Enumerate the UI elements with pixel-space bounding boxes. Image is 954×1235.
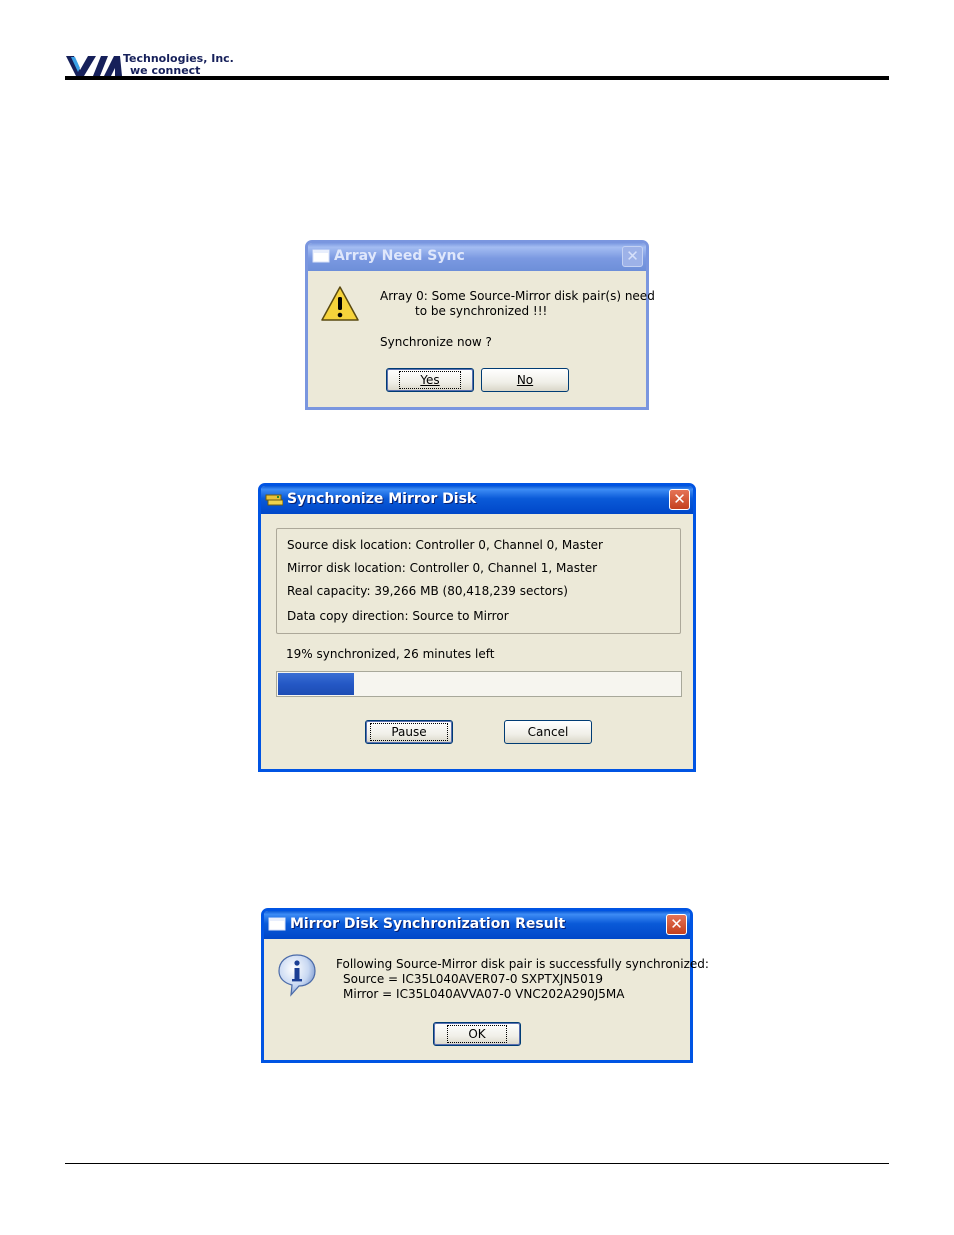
header-rule — [65, 76, 889, 80]
source-location: Source disk location: Controller 0, Chan… — [287, 538, 603, 552]
question-text: Synchronize now ? — [380, 335, 492, 349]
window-icon — [268, 917, 286, 931]
sync-status-text: 19% synchronized, 26 minutes left — [286, 647, 495, 661]
sync-result-dialog: Mirror Disk Synchronization Result ✕ Fol… — [261, 908, 709, 1063]
ok-label: OK — [468, 1027, 486, 1041]
title-bar[interactable]: Mirror Disk Synchronization Result ✕ — [264, 911, 690, 939]
cancel-label: Cancel — [527, 725, 569, 739]
mirror-location: Mirror disk location: Controller 0, Chan… — [287, 561, 598, 575]
title-bar[interactable]: Array Need Sync ✕ — [308, 243, 646, 271]
real-capacity: Real capacity: 39,266 MB (80,418,239 sec… — [287, 584, 568, 598]
pause-label: Pause — [391, 725, 427, 739]
via-logo-icon — [66, 56, 122, 76]
cancel-button[interactable]: Cancel — [504, 720, 592, 744]
message-line-1: Array 0: Some Source-Mirror disk pair(s)… — [380, 289, 655, 303]
window-icon — [312, 249, 330, 263]
pause-button[interactable]: Pause — [365, 720, 453, 744]
yes-label: Yes — [420, 373, 440, 387]
message-line-2: to be synchronized !!! — [415, 304, 548, 318]
dialog-title: Synchronize Mirror Disk — [287, 491, 477, 507]
yes-button[interactable]: Yes — [386, 368, 474, 392]
ok-button[interactable]: OK — [433, 1022, 521, 1046]
result-mirror: Mirror = IC35L040AVVA07-0 VNC202A290J5MA — [343, 987, 625, 1001]
array-need-sync-dialog: Array Need Sync ✕ Array 0: Some Source-M… — [305, 240, 655, 410]
title-bar[interactable]: Synchronize Mirror Disk ✕ — [261, 486, 693, 514]
info-icon — [278, 954, 316, 997]
disk-icon — [265, 494, 283, 506]
result-source: Source = IC35L040AVER07-0 SXPTXJN5019 — [343, 972, 603, 986]
warning-icon — [321, 286, 359, 321]
copy-direction: Data copy direction: Source to Mirror — [287, 609, 509, 623]
close-button[interactable]: ✕ — [622, 246, 643, 267]
no-label: No — [516, 373, 534, 387]
synchronize-mirror-disk-dialog: Synchronize Mirror Disk ✕ Source disk lo… — [258, 483, 696, 772]
no-button[interactable]: No — [481, 368, 569, 392]
progress-fill — [278, 673, 354, 695]
result-message-line-1: Following Source-Mirror disk pair is suc… — [336, 957, 709, 971]
close-button[interactable]: ✕ — [669, 489, 690, 510]
sync-progress-bar — [276, 671, 682, 697]
dialog-title: Array Need Sync — [334, 248, 465, 264]
disk-details-group: Source disk location: Controller 0, Chan… — [276, 528, 681, 634]
close-button[interactable]: ✕ — [666, 914, 687, 935]
footer-rule — [65, 1163, 889, 1164]
dialog-title: Mirror Disk Synchronization Result — [290, 916, 566, 932]
